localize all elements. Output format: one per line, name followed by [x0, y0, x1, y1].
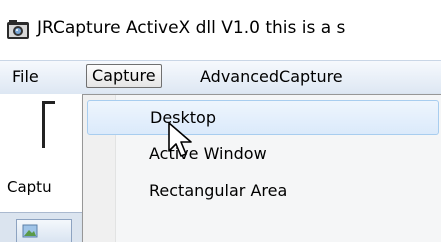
menu-item-label: Rectangular Area — [149, 181, 288, 200]
toolbar-icon[interactable] — [42, 101, 55, 148]
menu-bar: File Capture AdvancedCapture — [0, 60, 441, 95]
window-title: JRCapture ActiveX dll V1.0 this is a s — [37, 18, 346, 38]
toolbar-capture-label[interactable]: Captu — [7, 178, 52, 196]
capture-dropdown-menu: Desktop Active Window Rectangular Area — [82, 94, 441, 242]
tab-picture-icon — [22, 224, 38, 238]
mouse-cursor-icon — [168, 122, 192, 157]
menu-advanced-capture[interactable]: AdvancedCapture — [200, 67, 343, 86]
menu-file[interactable]: File — [12, 67, 39, 86]
camera-icon — [7, 20, 29, 39]
title-bar: JRCapture ActiveX dll V1.0 this is a s — [0, 0, 441, 60]
menu-item-rectangular-area[interactable]: Rectangular Area — [87, 174, 440, 207]
menu-item-active-window[interactable]: Active Window — [87, 137, 440, 170]
menu-capture[interactable]: Capture — [86, 64, 162, 88]
menu-item-desktop[interactable]: Desktop — [87, 100, 439, 135]
